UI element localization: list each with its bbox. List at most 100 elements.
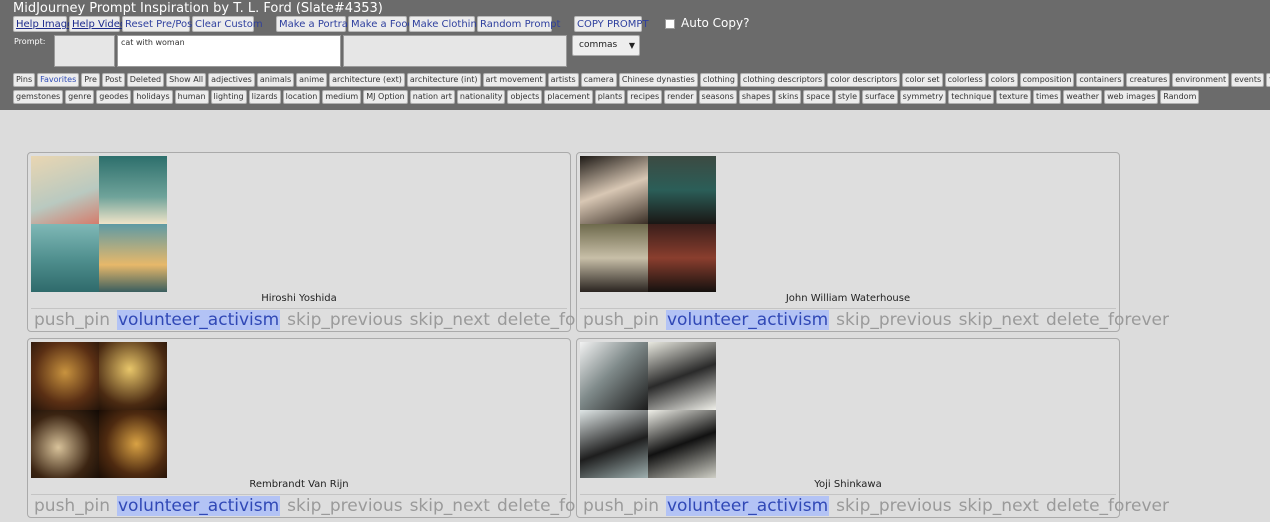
card-actions: push_pin volunteer_activism skip_previou…	[34, 310, 620, 330]
tag-button[interactable]: weather	[1063, 90, 1103, 104]
prompt-textarea[interactable]: cat with woman	[117, 35, 341, 67]
tag-button[interactable]: technique	[948, 90, 995, 104]
tag-button[interactable]: events	[1231, 73, 1265, 87]
tag-button[interactable]: clothing descriptors	[739, 73, 826, 87]
result-card: Yoji Shinkawa push_pin volunteer_activis…	[576, 338, 1169, 518]
tag-button[interactable]: architecture (ext)	[329, 73, 405, 87]
result-card: Rembrandt Van Rijn push_pin volunteer_ac…	[27, 338, 620, 518]
tag-button[interactable]: architecture (int)	[406, 73, 481, 87]
favorite-icon[interactable]: volunteer_activism	[117, 310, 281, 330]
auto-copy-toggle[interactable]: Auto Copy?	[665, 16, 749, 30]
reset-pre-post-button[interactable]: Reset Pre/Post	[122, 16, 196, 32]
skip-previous-icon[interactable]: skip_previous	[836, 310, 951, 330]
push-pin-icon[interactable]: push_pin	[583, 310, 659, 330]
auto-copy-checkbox[interactable]	[665, 18, 675, 29]
tag-button[interactable]: space	[803, 90, 833, 104]
help-video-button[interactable]: Help Video	[69, 16, 126, 32]
tag-button[interactable]: plants	[594, 90, 626, 104]
tag-button[interactable]: camera	[580, 73, 617, 87]
tag-button[interactable]: holidays	[133, 90, 173, 104]
result-image[interactable]	[580, 342, 716, 478]
skip-next-icon[interactable]: skip_next	[959, 496, 1039, 516]
tag-button[interactable]: placement	[544, 90, 593, 104]
skip-next-icon[interactable]: skip_next	[959, 310, 1039, 330]
tag-button[interactable]: MJ Option	[363, 90, 408, 104]
tag-button[interactable]: colorless	[944, 73, 986, 87]
tag-button[interactable]: render	[664, 90, 697, 104]
tag-button[interactable]: color descriptors	[827, 73, 901, 87]
make-clothing-button[interactable]: Make Clothing	[409, 16, 483, 32]
tag-button[interactable]: Deleted	[126, 73, 165, 87]
tag-button[interactable]: clothing	[699, 73, 738, 87]
tag-button[interactable]: adjectives	[208, 73, 255, 87]
tag-button[interactable]: anime	[296, 73, 328, 87]
tag-button[interactable]: animals	[256, 73, 295, 87]
tag-button[interactable]: seasons	[698, 90, 737, 104]
tag-button[interactable]: Pins	[13, 73, 36, 87]
tag-button[interactable]: medium	[322, 90, 362, 104]
tag-button[interactable]: nationality	[456, 90, 506, 104]
tag-button[interactable]: Random	[1160, 90, 1200, 104]
tag-button[interactable]: Chinese dynasties	[618, 73, 698, 87]
tag-button[interactable]: objects	[507, 90, 543, 104]
tag-button[interactable]: feelings	[1266, 73, 1270, 87]
delete-icon[interactable]: delete_forever	[1046, 310, 1169, 330]
tag-button[interactable]: lizards	[248, 90, 281, 104]
tag-button[interactable]: shapes	[738, 90, 774, 104]
tag-button[interactable]: geodes	[96, 90, 132, 104]
tag-button[interactable]: genre	[65, 90, 95, 104]
suffix-textarea[interactable]	[343, 35, 567, 67]
separator-select[interactable]: commas ▼	[572, 35, 640, 56]
push-pin-icon[interactable]: push_pin	[34, 310, 110, 330]
tag-button[interactable]: Show All	[166, 73, 207, 87]
result-image[interactable]	[31, 156, 167, 292]
make-portrait-button[interactable]: Make a Portrait	[276, 16, 355, 32]
tag-button[interactable]: lighting	[210, 90, 247, 104]
prefix-textarea[interactable]	[54, 35, 115, 67]
tag-button[interactable]: Pre	[81, 73, 100, 87]
skip-previous-icon[interactable]: skip_previous	[287, 496, 402, 516]
tag-button[interactable]: artists	[547, 73, 579, 87]
favorite-icon[interactable]: volunteer_activism	[666, 310, 830, 330]
result-image[interactable]	[580, 156, 716, 292]
tag-button[interactable]: environment	[1172, 73, 1230, 87]
tag-button[interactable]: nation art	[409, 90, 455, 104]
favorite-icon[interactable]: volunteer_activism	[666, 496, 830, 516]
tag-button[interactable]: times	[1033, 90, 1062, 104]
tag-button[interactable]: surface	[862, 90, 898, 104]
skip-next-icon[interactable]: skip_next	[410, 310, 490, 330]
favorite-icon[interactable]: volunteer_activism	[117, 496, 281, 516]
top-toolbar: MidJourney Prompt Inspiration by T. L. F…	[0, 0, 1270, 110]
artist-name: Rembrandt Van Rijn	[249, 479, 349, 490]
delete-icon[interactable]: delete_forever	[1046, 496, 1169, 516]
tag-button[interactable]: art movement	[482, 73, 546, 87]
tag-button[interactable]: Post	[101, 73, 125, 87]
make-food-button[interactable]: Make a Food	[348, 16, 414, 32]
tag-button[interactable]: texture	[996, 90, 1032, 104]
tag-button[interactable]: skins	[775, 90, 802, 104]
tag-button[interactable]: colors	[987, 73, 1018, 87]
tag-button[interactable]: human	[174, 90, 209, 104]
tag-button[interactable]: color set	[902, 73, 943, 87]
clear-custom-button[interactable]: Clear Custom	[192, 16, 263, 32]
push-pin-icon[interactable]: push_pin	[583, 496, 659, 516]
copy-prompt-button[interactable]: COPY PROMPT	[574, 16, 649, 32]
push-pin-icon[interactable]: push_pin	[34, 496, 110, 516]
divider	[31, 308, 567, 309]
random-prompt-button[interactable]: Random Prompt	[477, 16, 560, 32]
tag-button[interactable]: web images	[1104, 90, 1159, 104]
tag-button[interactable]: composition	[1019, 73, 1075, 87]
tag-button[interactable]: creatures	[1126, 73, 1171, 87]
tag-button[interactable]: Favorites	[37, 73, 80, 87]
skip-previous-icon[interactable]: skip_previous	[287, 310, 402, 330]
help-image-button[interactable]: Help Image	[13, 16, 73, 32]
tag-button[interactable]: symmetry	[899, 90, 947, 104]
tag-button[interactable]: gemstones	[13, 90, 64, 104]
tag-button[interactable]: recipes	[627, 90, 663, 104]
skip-next-icon[interactable]: skip_next	[410, 496, 490, 516]
result-image[interactable]	[31, 342, 167, 478]
tag-button[interactable]: containers	[1076, 73, 1125, 87]
skip-previous-icon[interactable]: skip_previous	[836, 496, 951, 516]
tag-button[interactable]: location	[282, 90, 321, 104]
tag-button[interactable]: style	[834, 90, 861, 104]
